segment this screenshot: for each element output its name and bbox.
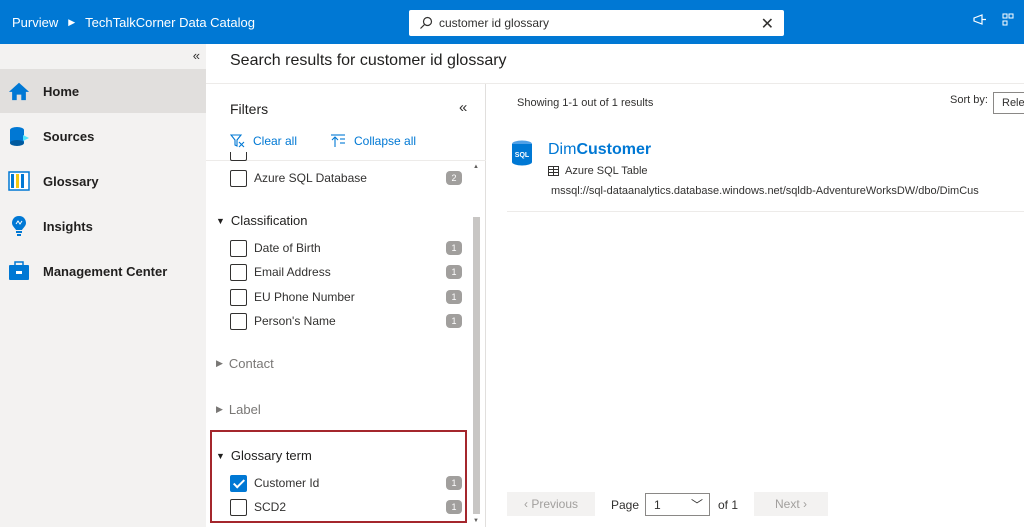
- expanded-caret-icon: ▼: [216, 215, 225, 226]
- checkbox: [230, 152, 247, 161]
- table-icon: [548, 166, 559, 176]
- sort-label: Sort by:: [950, 94, 988, 106]
- section-title: Label: [228, 402, 261, 417]
- result-title[interactable]: DimCustomer: [548, 141, 651, 159]
- scroll-down-icon[interactable]: ▼: [473, 518, 479, 524]
- filter-option-cut: [230, 152, 470, 162]
- results-count: Showing 1-1 out of 1 results: [517, 97, 654, 109]
- search-box[interactable]: customer id glossary ✕: [409, 10, 784, 36]
- page-select-value: 1: [654, 498, 661, 512]
- sources-icon: [8, 125, 30, 147]
- previous-page-button[interactable]: ‹ Previous: [507, 492, 595, 516]
- count-badge: 1: [446, 314, 462, 328]
- section-classification[interactable]: ▼ Classification: [216, 213, 308, 228]
- checkbox[interactable]: [230, 312, 247, 330]
- nav-label-management-center: Management Center: [43, 263, 168, 279]
- filters-title: Filters: [230, 101, 269, 117]
- section-contact[interactable]: ▶ Contact: [216, 356, 274, 371]
- collapsed-caret-icon: ▶: [216, 404, 223, 414]
- breadcrumb-separator-icon: ▶: [68, 16, 76, 27]
- top-bar: Purview ▶ TechTalkCorner Data Catalog cu…: [0, 0, 1024, 44]
- result-path: mssql://sql-dataanalytics.database.windo…: [551, 185, 979, 197]
- count-badge: 2: [446, 171, 462, 185]
- left-nav: « Home Sources Glossary Insights Managem…: [0, 44, 206, 527]
- filter-option-date-of-birth[interactable]: Date of Birth 1: [230, 238, 470, 258]
- insights-icon: [8, 215, 30, 237]
- filter-option-eu-phone-number[interactable]: EU Phone Number 1: [230, 287, 470, 307]
- collapse-nav-icon[interactable]: «: [193, 48, 200, 63]
- page-total: of 1: [718, 498, 739, 512]
- result-title-match: Customer: [576, 141, 652, 158]
- filter-option-persons-name[interactable]: Person's Name 1: [230, 311, 470, 331]
- filter-option-label: Email Address: [254, 265, 331, 279]
- sql-icon-text: SQL: [515, 152, 530, 159]
- sort-dropdown[interactable]: Rele: [993, 92, 1024, 114]
- glossary-icon: [8, 170, 30, 192]
- checkbox[interactable]: [230, 169, 247, 187]
- directory-icon[interactable]: [1002, 12, 1018, 30]
- next-page-button[interactable]: Next ›: [754, 492, 828, 516]
- filter-option-email-address[interactable]: Email Address 1: [230, 262, 470, 282]
- management-icon: [8, 260, 30, 282]
- count-badge: 1: [446, 290, 462, 304]
- search-input[interactable]: customer id glossary: [439, 16, 549, 30]
- result-title-plain: Dim: [548, 141, 577, 158]
- count-badge: 1: [446, 265, 462, 279]
- clear-all-button[interactable]: Clear all: [230, 134, 297, 148]
- scroll-up-icon[interactable]: ▲: [473, 164, 479, 170]
- result-divider: [507, 211, 1024, 212]
- checkbox[interactable]: [230, 288, 247, 306]
- chevron-down-icon: ﹀: [690, 498, 703, 512]
- clear-search-icon[interactable]: ✕: [761, 14, 774, 34]
- page-title: Search results for customer id glossary: [230, 52, 507, 69]
- feedback-icon[interactable]: [972, 12, 988, 30]
- search-icon: [420, 16, 433, 29]
- nav-item-home[interactable]: Home: [0, 69, 206, 113]
- collapse-all-icon: [331, 134, 345, 147]
- collapsed-caret-icon: ▶: [216, 358, 223, 368]
- page-label: Page: [611, 498, 640, 512]
- nav-item-glossary[interactable]: Glossary: [0, 159, 206, 203]
- collapse-all-button[interactable]: Collapse all: [330, 134, 416, 148]
- nav-item-management-center[interactable]: Management Center: [0, 249, 206, 293]
- filter-option-label: Date of Birth: [254, 241, 321, 255]
- filters-scrollbar-thumb[interactable]: [473, 217, 480, 514]
- checkbox[interactable]: [230, 239, 247, 257]
- sql-database-icon: SQL: [512, 140, 532, 166]
- breadcrumb: Purview ▶ TechTalkCorner Data Catalog: [0, 15, 255, 30]
- nav-item-sources[interactable]: Sources: [0, 114, 206, 158]
- collapse-filters-icon[interactable]: «: [459, 99, 467, 116]
- result-type-label: Azure SQL Table: [565, 165, 648, 177]
- section-title: Contact: [228, 356, 274, 371]
- clear-all-label: Clear all: [253, 134, 298, 148]
- clear-filter-icon: [230, 134, 245, 148]
- nav-label-glossary: Glossary: [43, 173, 99, 189]
- count-badge: 1: [446, 241, 462, 255]
- checkbox[interactable]: [230, 263, 247, 281]
- section-title: Classification: [230, 213, 308, 228]
- section-label[interactable]: ▶ Label: [216, 402, 261, 417]
- nav-item-insights[interactable]: Insights: [0, 204, 206, 248]
- page-select[interactable]: 1 ﹀: [645, 493, 710, 516]
- topbar-actions: [972, 12, 1024, 30]
- result-type: Azure SQL Table: [548, 165, 648, 177]
- filter-option-label: Person's Name: [254, 314, 336, 328]
- nav-label-insights: Insights: [43, 218, 93, 234]
- breadcrumb-catalog[interactable]: TechTalkCorner Data Catalog: [85, 15, 255, 30]
- filter-option-label: EU Phone Number: [254, 290, 355, 304]
- breadcrumb-purview[interactable]: Purview: [12, 15, 58, 30]
- filter-option-azure-sql-database[interactable]: Azure SQL Database 2: [230, 168, 470, 188]
- home-icon: [8, 80, 30, 102]
- collapse-all-label: Collapse all: [354, 134, 417, 148]
- nav-label-home: Home: [43, 83, 80, 99]
- nav-label-sources: Sources: [43, 128, 95, 144]
- glossary-term-highlight-box: [210, 430, 467, 523]
- filter-option-label: Azure SQL Database: [254, 171, 367, 185]
